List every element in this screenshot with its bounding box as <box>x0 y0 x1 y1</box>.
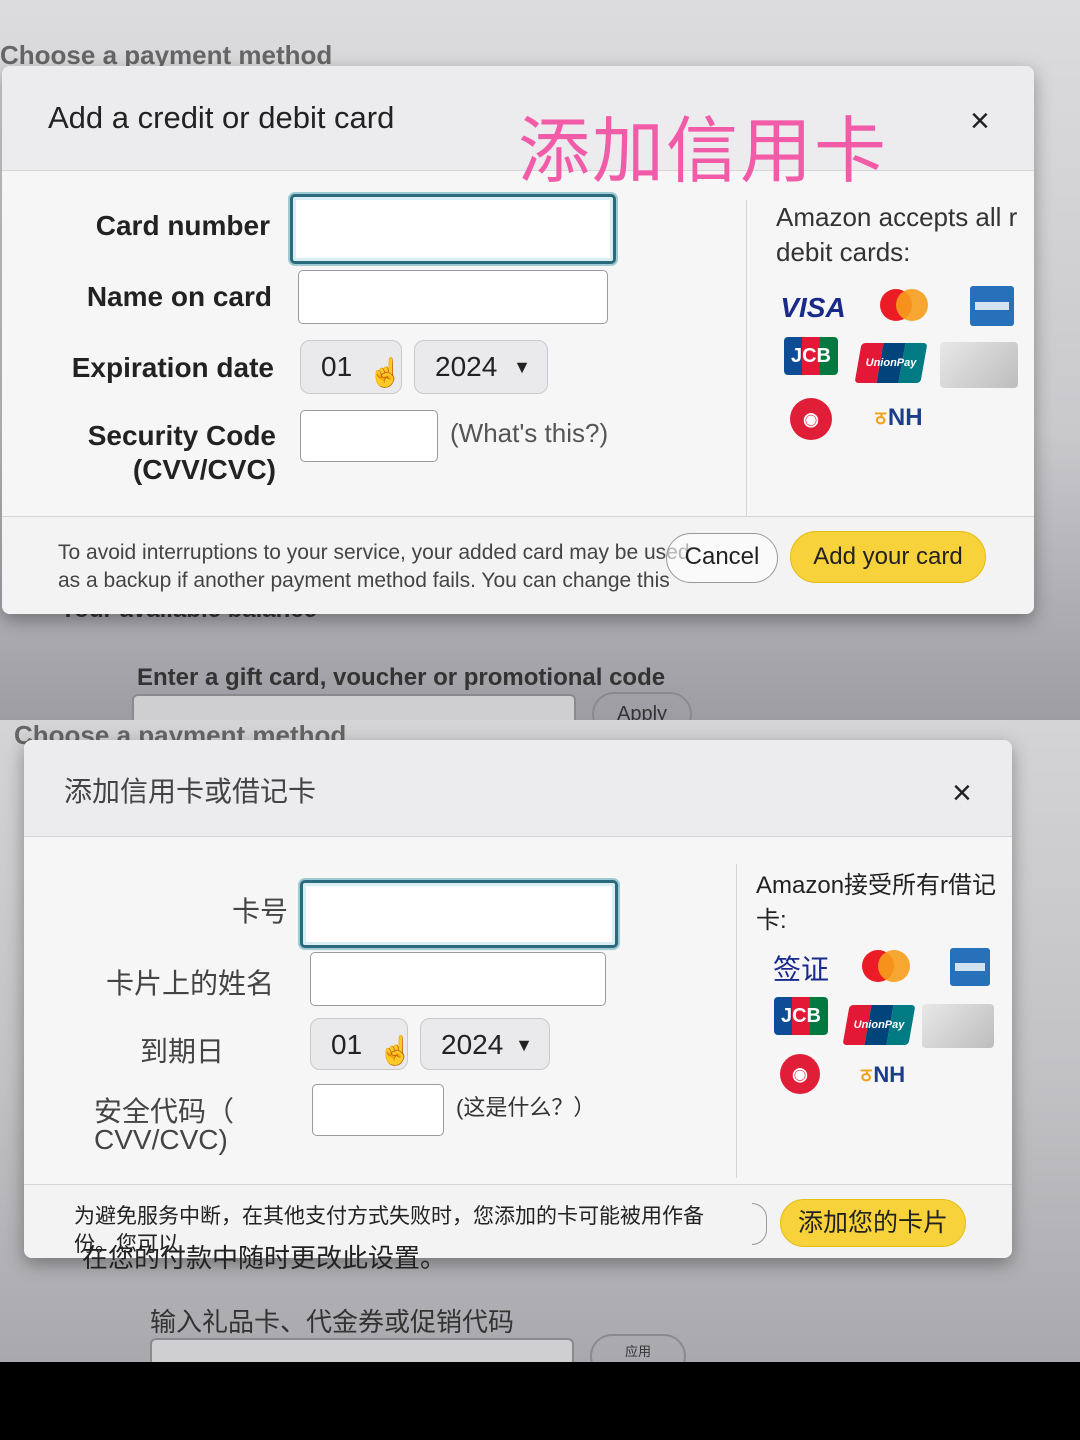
visa-logo: 签证 <box>772 954 829 985</box>
modal-header: Add a credit or debit card 添加信用卡 × <box>2 66 1034 193</box>
cancel-button-fragment[interactable] <box>752 1203 767 1245</box>
modal-title: 添加信用卡或借记卡 <box>64 776 317 807</box>
footnote-continuation: 在您的付款中随时更改此设置。 <box>82 1243 447 1273</box>
expiry-month-value: 01 <box>321 351 353 382</box>
unionpay-logo-text: UnionPay <box>853 1019 905 1031</box>
close-icon[interactable]: × <box>970 104 990 138</box>
expiry-month-value: 01 <box>331 1029 363 1060</box>
accepted-cards-text: Amazon接受所有r借记卡: <box>756 872 997 934</box>
cancel-button[interactable]: Cancel <box>666 533 778 583</box>
diners-club-logo: ◉ <box>790 398 832 440</box>
mastercard-logo <box>874 282 934 332</box>
background-apply-button[interactable]: 应用 <box>590 1334 686 1362</box>
name-on-card-label: 卡片上的姓名 <box>105 968 274 999</box>
expiry-year-value: 2024 <box>435 351 498 382</box>
modal-title: Add a credit or debit card <box>48 100 395 135</box>
background-giftcard-input[interactable] <box>150 1338 574 1362</box>
unionpay-logo: UnionPay <box>854 342 928 384</box>
name-on-card-input[interactable] <box>298 270 608 324</box>
expiry-year-select[interactable]: 2024 ▼ <box>420 1018 550 1070</box>
name-on-card-input[interactable] <box>310 952 606 1006</box>
unionpay-logo: UnionPay <box>842 1004 916 1046</box>
modal-header: 添加信用卡或借记卡 × <box>24 740 1012 837</box>
background-apply-button[interactable]: Apply <box>592 692 692 720</box>
add-your-card-button[interactable]: Add your card <box>790 531 986 583</box>
chevron-down-icon: ▼ <box>515 1035 533 1055</box>
vertical-divider <box>746 200 747 540</box>
background-giftcard-label: Enter a gift card, voucher or promotiona… <box>137 664 666 691</box>
expiry-year-value: 2024 <box>441 1029 504 1060</box>
security-code-input[interactable] <box>312 1084 444 1136</box>
nh-card-logo: ठ NH <box>860 1062 906 1087</box>
card-number-label: Card number <box>95 210 270 241</box>
security-code-input[interactable] <box>300 410 438 462</box>
card-number-input[interactable] <box>300 880 618 948</box>
security-code-sub-label: CVV/CVC) <box>94 1124 228 1155</box>
jcb-logo: JCB <box>774 996 828 1036</box>
add-your-card-button[interactable]: 添加您的卡片 <box>780 1199 966 1247</box>
amex-logo <box>970 286 1014 326</box>
vertical-divider <box>736 864 737 1178</box>
jcb-logo: JCB <box>784 336 838 376</box>
security-code-label: Security Code <box>87 420 276 451</box>
whats-this-link[interactable]: (这是什么？） <box>456 1090 595 1122</box>
mastercard-logo <box>856 944 916 992</box>
hand-cursor-icon: ☝ <box>378 1035 413 1066</box>
accepted-cards-text: Amazon accepts all r debit cards: <box>776 202 1018 267</box>
visa-logo: VISA <box>780 292 846 323</box>
top-screenshot-panel: Choose a payment method Your available b… <box>0 0 1080 720</box>
expiry-year-select[interactable]: 2024 ▼ <box>414 340 548 394</box>
amex-logo <box>950 948 990 986</box>
diners-club-logo: ◉ <box>780 1054 820 1094</box>
nh-card-logo: ठ NH <box>875 404 923 431</box>
jcb-logo-text: JCB <box>790 344 831 367</box>
modal-footer: To avoid interruptions to your service, … <box>2 516 1034 614</box>
name-on-card-label: Name on card <box>86 281 272 312</box>
overlay-caption: 添加信用卡 <box>518 109 889 193</box>
add-card-modal: 添加信用卡或借记卡 × 卡号 卡片上的姓名 到期日 01 ☝ 2024 ▼ 安全… <box>24 740 1012 1258</box>
bottom-screenshot-panel: Choose a payment method 输入礼品卡、代金券或促销代码 应… <box>0 720 1080 1362</box>
hand-cursor-icon: ☝ <box>368 357 403 388</box>
nh-card-logo-text: NH <box>873 1062 906 1087</box>
card-number-input[interactable] <box>290 194 616 264</box>
security-code-sub-label: (CVV/CVC) <box>132 454 276 485</box>
amazon-card-logo <box>940 342 1018 388</box>
expiration-date-label: 到期日 <box>139 1036 224 1067</box>
backup-card-footnote: To avoid interruptions to your service, … <box>58 541 690 599</box>
nh-card-logo-text: NH <box>887 404 923 431</box>
background-giftcard-label: 输入礼品卡、代金券或促销代码 <box>150 1307 515 1337</box>
unionpay-logo-text: UnionPay <box>865 357 917 369</box>
whats-this-link[interactable]: (What's this?) <box>450 418 608 449</box>
background-giftcard-input[interactable] <box>132 694 576 720</box>
jcb-logo-text: JCB <box>780 1004 821 1027</box>
add-card-modal: Add a credit or debit card 添加信用卡 × Card … <box>2 66 1034 614</box>
close-icon[interactable]: × <box>952 776 972 810</box>
amazon-card-logo <box>922 1004 994 1048</box>
chevron-down-icon: ▼ <box>513 357 531 377</box>
expiration-date-label: Expiration date <box>71 352 274 383</box>
card-number-label: 卡号 <box>231 896 288 927</box>
